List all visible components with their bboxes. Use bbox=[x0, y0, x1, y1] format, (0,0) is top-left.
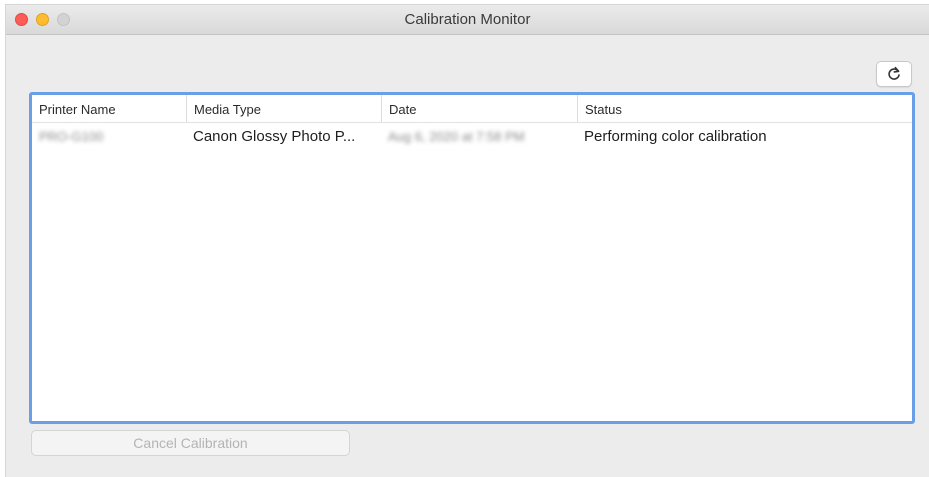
media-type-cell: Canon Glossy Photo P... bbox=[193, 128, 356, 145]
column-header-printer-name[interactable]: Printer Name bbox=[32, 95, 186, 122]
column-header-media-type[interactable]: Media Type bbox=[186, 95, 381, 122]
refresh-icon bbox=[888, 66, 900, 80]
calibration-table[interactable]: Printer Name Media Type Date Status PRO-… bbox=[29, 92, 915, 424]
table-header: Printer Name Media Type Date Status bbox=[32, 95, 912, 123]
refresh-button[interactable] bbox=[876, 61, 912, 87]
table-row[interactable]: PRO-G100 Canon Glossy Photo P... Aug 6, … bbox=[32, 123, 912, 150]
title-bar: Calibration Monitor bbox=[6, 5, 929, 35]
date-cell: Aug 6, 2020 at 7:58 PM bbox=[388, 129, 525, 144]
status-cell: Performing color calibration bbox=[584, 128, 767, 145]
app-window: Calibration Monitor Printer Name Media T… bbox=[6, 5, 929, 477]
cancel-calibration-button[interactable]: Cancel Calibration bbox=[31, 430, 350, 456]
window-title: Calibration Monitor bbox=[404, 11, 531, 28]
column-header-date[interactable]: Date bbox=[381, 95, 577, 122]
column-header-status[interactable]: Status bbox=[577, 95, 912, 122]
printer-name-cell: PRO-G100 bbox=[39, 129, 104, 144]
